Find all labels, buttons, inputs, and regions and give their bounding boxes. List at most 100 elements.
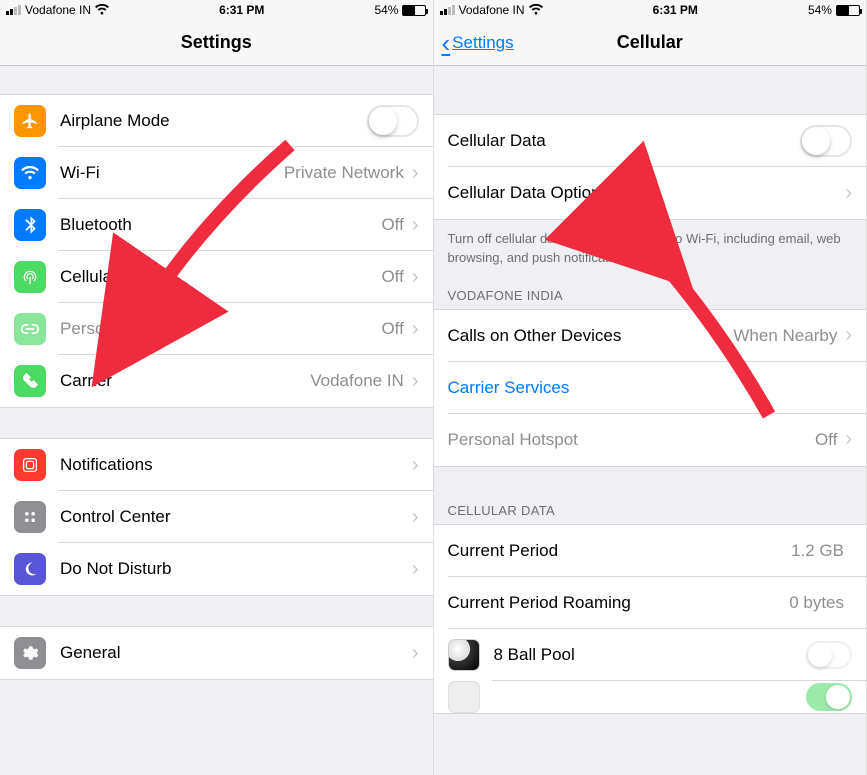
cellular-detail: Off <box>381 267 403 287</box>
page-title: Cellular <box>617 32 683 53</box>
bluetooth-detail: Off <box>381 215 403 235</box>
row-do-not-disturb[interactable]: Do Not Disturb › <box>0 543 433 595</box>
carrier-icon <box>14 365 46 397</box>
moon-icon <box>14 553 46 585</box>
app-icon-partial <box>448 681 480 713</box>
hotspot-detail: Off <box>815 430 837 450</box>
hotspot-label: Personal Hotspot <box>60 319 381 339</box>
battery-icon <box>836 5 860 16</box>
row-general[interactable]: General › <box>0 627 433 679</box>
row-cellular-data-options[interactable]: Cellular Data Options › <box>434 167 867 219</box>
battery-percent: 54% <box>808 3 832 17</box>
chevron-right-icon: › <box>845 428 852 451</box>
row-app-partial[interactable] <box>434 681 867 713</box>
calls-other-detail: When Nearby <box>733 326 837 346</box>
carrier-label: Carrier <box>60 371 310 391</box>
hotspot-detail: Off <box>381 319 403 339</box>
row-current-period: Current Period 1.2 GB <box>434 525 867 577</box>
back-label: Settings <box>452 33 513 53</box>
carrier-name: Vodafone IN <box>25 3 91 17</box>
gear-icon <box>14 637 46 669</box>
battery-percent: 54% <box>374 3 398 17</box>
cellular-data-options-label: Cellular Data Options <box>448 183 846 203</box>
wifi-label: Wi-Fi <box>60 163 284 183</box>
cellular-data-label: Cellular Data <box>448 131 801 151</box>
cellular-label: Cellular <box>60 267 381 287</box>
carrier-services-label: Carrier Services <box>448 378 853 398</box>
current-period-value: 1.2 GB <box>791 541 844 561</box>
status-bar: Vodafone IN 6:31 PM 54% <box>434 0 867 20</box>
current-period-label: Current Period <box>448 541 792 561</box>
airplane-toggle[interactable] <box>367 105 419 137</box>
row-current-period-roaming: Current Period Roaming 0 bytes <box>434 577 867 629</box>
notifications-label: Notifications <box>60 455 412 475</box>
hotspot-label: Personal Hotspot <box>448 430 815 450</box>
settings-screen: Vodafone IN 6:31 PM 54% Settings Airplan… <box>0 0 434 775</box>
status-bar: Vodafone IN 6:31 PM 54% <box>0 0 433 20</box>
wifi-detail: Private Network <box>284 163 404 183</box>
hotspot-icon <box>14 313 46 345</box>
row-airplane-mode[interactable]: Airplane Mode <box>0 95 433 147</box>
app-toggle-partial[interactable] <box>806 683 852 711</box>
general-label: General <box>60 643 412 663</box>
notifications-icon <box>14 449 46 481</box>
wifi-settings-icon <box>14 157 46 189</box>
8ball-app-icon <box>448 639 480 671</box>
chevron-right-icon: › <box>412 318 419 341</box>
signal-icon <box>440 5 455 15</box>
roaming-value: 0 bytes <box>789 593 844 613</box>
chevron-right-icon: › <box>412 370 419 393</box>
roaming-label: Current Period Roaming <box>448 593 790 613</box>
cellular-data-toggle[interactable] <box>800 125 852 157</box>
chevron-right-icon: › <box>412 266 419 289</box>
nav-bar: Settings <box>0 20 433 66</box>
8ball-label: 8 Ball Pool <box>494 645 807 665</box>
row-personal-hotspot[interactable]: Personal Hotspot Off › <box>0 303 433 355</box>
bluetooth-label: Bluetooth <box>60 215 381 235</box>
row-calls-other-devices[interactable]: Calls on Other Devices When Nearby › <box>434 310 867 362</box>
cellular-screen: Vodafone IN 6:31 PM 54% ‹ Settings Cellu… <box>434 0 867 775</box>
section-header-cellular-data: CELLULAR DATA <box>434 495 867 524</box>
status-time: 6:31 PM <box>219 3 264 17</box>
wifi-icon <box>529 3 543 18</box>
chevron-right-icon: › <box>412 506 419 529</box>
nav-bar: ‹ Settings Cellular <box>434 20 867 66</box>
row-notifications[interactable]: Notifications › <box>0 439 433 491</box>
chevron-right-icon: › <box>412 454 419 477</box>
control-center-label: Control Center <box>60 507 412 527</box>
8ball-toggle[interactable] <box>806 641 852 669</box>
row-control-center[interactable]: Control Center › <box>0 491 433 543</box>
wifi-icon <box>95 3 109 18</box>
carrier-name: Vodafone IN <box>459 3 525 17</box>
bluetooth-icon <box>14 209 46 241</box>
dnd-label: Do Not Disturb <box>60 559 412 579</box>
row-cellular[interactable]: Cellular Off › <box>0 251 433 303</box>
chevron-right-icon: › <box>412 558 419 581</box>
chevron-right-icon: › <box>412 642 419 665</box>
back-button[interactable]: ‹ Settings <box>442 20 514 65</box>
carrier-detail: Vodafone IN <box>310 371 404 391</box>
airplane-label: Airplane Mode <box>60 111 367 131</box>
chevron-right-icon: › <box>845 324 852 347</box>
row-cellular-data[interactable]: Cellular Data <box>434 115 867 167</box>
row-wifi[interactable]: Wi-Fi Private Network › <box>0 147 433 199</box>
row-carrier[interactable]: Carrier Vodafone IN › <box>0 355 433 407</box>
signal-icon <box>6 5 21 15</box>
row-personal-hotspot-right[interactable]: Personal Hotspot Off › <box>434 414 867 466</box>
airplane-icon <box>14 105 46 137</box>
chevron-left-icon: ‹ <box>442 30 451 56</box>
row-app-8ball[interactable]: 8 Ball Pool <box>434 629 867 681</box>
row-carrier-services[interactable]: Carrier Services <box>434 362 867 414</box>
cellular-footer-text: Turn off cellular data to restrict all d… <box>434 220 867 272</box>
page-title: Settings <box>181 32 252 53</box>
battery-icon <box>402 5 426 16</box>
chevron-right-icon: › <box>845 182 852 205</box>
cellular-icon <box>14 261 46 293</box>
control-center-icon <box>14 501 46 533</box>
chevron-right-icon: › <box>412 162 419 185</box>
status-time: 6:31 PM <box>653 3 698 17</box>
chevron-right-icon: › <box>412 214 419 237</box>
section-header-carrier: VODAFONE INDIA <box>434 280 867 309</box>
calls-other-label: Calls on Other Devices <box>448 326 734 346</box>
row-bluetooth[interactable]: Bluetooth Off › <box>0 199 433 251</box>
